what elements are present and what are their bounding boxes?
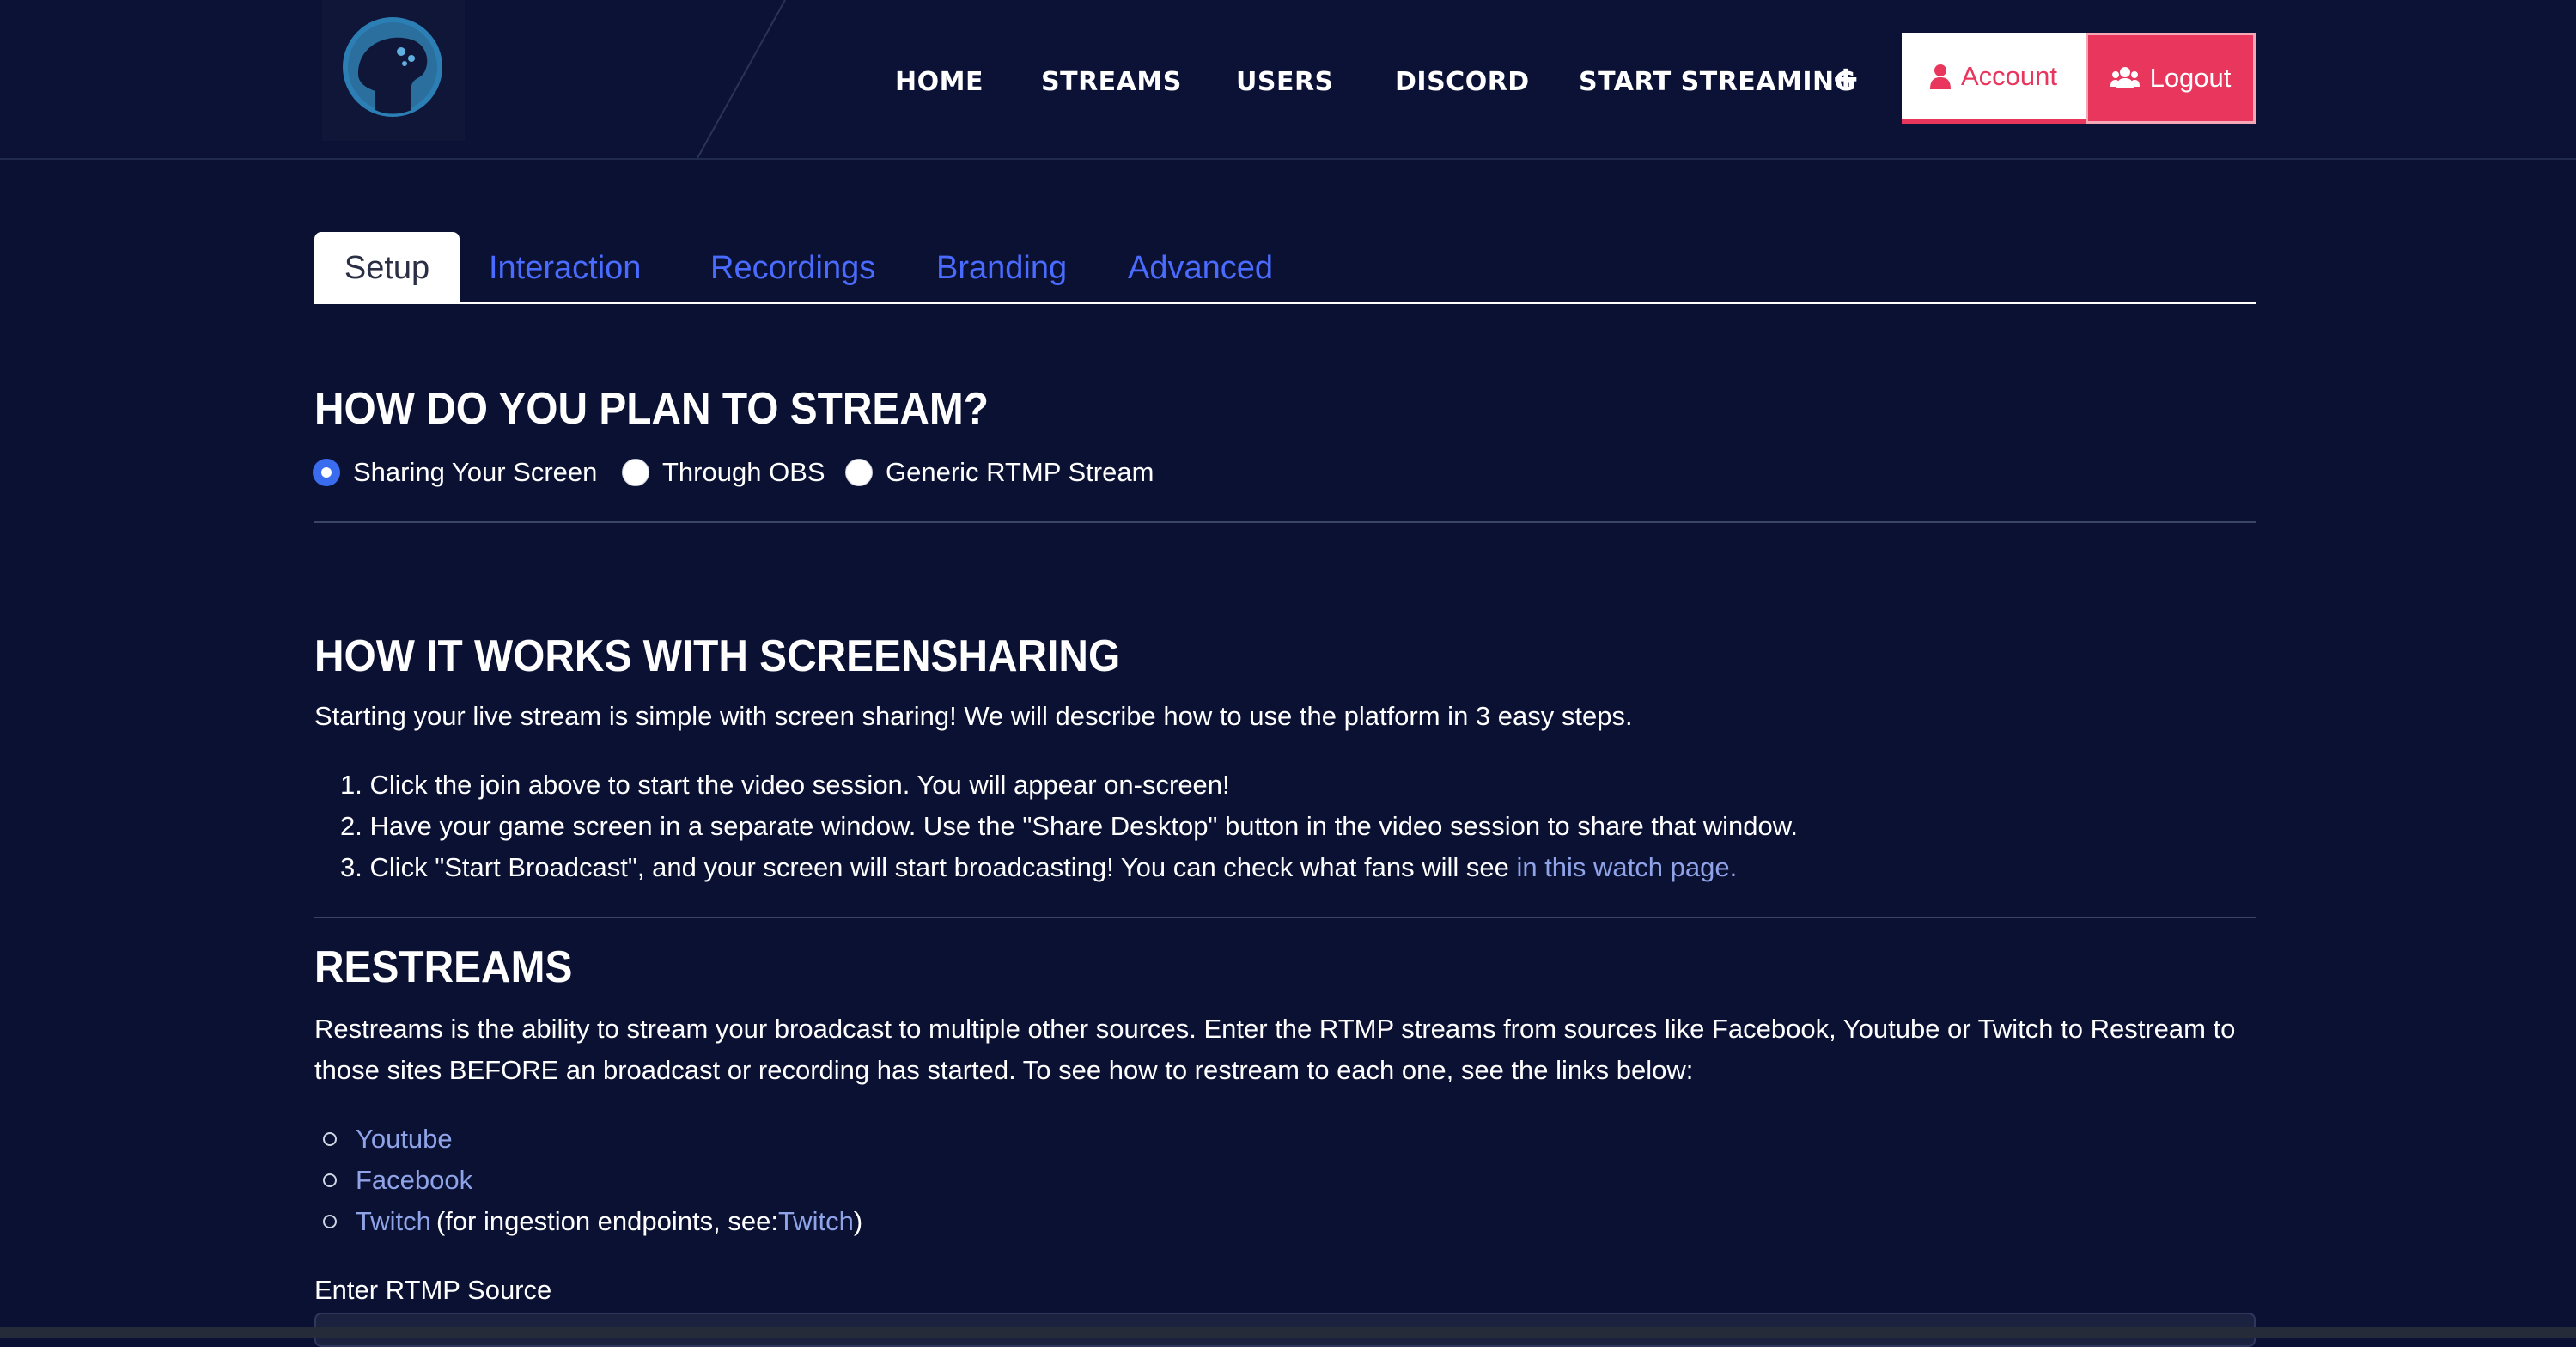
nav-discord[interactable]: DISCORD xyxy=(1395,65,1530,100)
facebook-link[interactable]: Facebook xyxy=(356,1165,472,1196)
tab-recordings[interactable]: Recordings xyxy=(710,232,875,304)
radio-through-obs[interactable]: Through OBS xyxy=(622,454,825,491)
radio-generic-rtmp[interactable]: Generic RTMP Stream xyxy=(845,454,1154,491)
restreams-description-line2: those sites BEFORE an broadcast or recor… xyxy=(314,1055,1694,1085)
radio-sharing-screen[interactable]: Sharing Your Screen xyxy=(313,454,597,491)
twitch-ingestion-link[interactable]: Twitch xyxy=(778,1206,854,1237)
site-logo[interactable] xyxy=(322,0,465,141)
nav-users[interactable]: USERS xyxy=(1236,65,1334,100)
radio-label: Sharing Your Screen xyxy=(353,457,598,487)
how-it-works-intro: Starting your live stream is simple with… xyxy=(314,701,1633,731)
bullet-icon xyxy=(323,1215,337,1228)
step-item: 1. Click the join above to start the vid… xyxy=(340,770,1230,800)
restreams-description-line1: Restreams is the ability to stream your … xyxy=(314,1014,2236,1044)
step-item: 2. Have your game screen in a separate w… xyxy=(340,811,1798,841)
account-label: Account xyxy=(1960,60,2057,91)
youtube-link[interactable]: Youtube xyxy=(356,1124,453,1155)
radio-label: Generic RTMP Stream xyxy=(886,457,1154,487)
watch-page-link[interactable]: in this watch page. xyxy=(1516,852,1737,882)
step-item: 3. Click "Start Broadcast", and your scr… xyxy=(340,852,1737,883)
restreams-heading: RESTREAMS xyxy=(314,942,573,992)
users-icon xyxy=(2110,67,2140,88)
how-it-works-heading: HOW IT WORKS WITH SCREENSHARING xyxy=(314,631,1121,681)
tab-interaction[interactable]: Interaction xyxy=(489,232,641,304)
user-icon xyxy=(1929,64,1951,89)
tab-setup[interactable]: Setup xyxy=(314,232,460,304)
bullet-icon xyxy=(323,1173,337,1187)
settings-tabs: Setup Interaction Recordings Branding Ad… xyxy=(314,232,2256,304)
start-streaming-dropdown-icon[interactable]: + xyxy=(1831,62,1860,96)
tab-branding[interactable]: Branding xyxy=(936,232,1067,304)
bullet-icon xyxy=(323,1132,337,1146)
divider xyxy=(314,917,2256,918)
rtmp-source-label: Enter RTMP Source xyxy=(314,1275,552,1305)
logout-button[interactable]: Logout xyxy=(2086,33,2256,124)
nav-start-streaming[interactable]: START STREAMING xyxy=(1579,65,1856,100)
account-button[interactable]: Account xyxy=(1902,33,2086,124)
tab-advanced[interactable]: Advanced xyxy=(1128,232,1273,304)
list-item: Twitch (for ingestion endpoints, see: Tw… xyxy=(323,1206,862,1237)
logout-label: Logout xyxy=(2149,63,2232,93)
nav-streams[interactable]: STREAMS xyxy=(1041,65,1182,100)
navbar: HOME STREAMS USERS DISCORD START STREAMI… xyxy=(0,0,2576,160)
plan-heading: HOW DO YOU PLAN TO STREAM? xyxy=(314,384,989,434)
twitch-note-suffix: ) xyxy=(853,1206,863,1236)
logo-icon xyxy=(343,17,442,117)
radio-button[interactable] xyxy=(622,459,649,486)
radio-label: Through OBS xyxy=(662,457,825,487)
divider xyxy=(314,521,2256,523)
taskbar-edge xyxy=(0,1327,2576,1338)
nav-home[interactable]: HOME xyxy=(895,65,984,100)
list-item: Facebook xyxy=(323,1165,472,1196)
twitch-link[interactable]: Twitch xyxy=(356,1206,431,1237)
radio-button-checked[interactable] xyxy=(313,459,340,486)
list-item: Youtube xyxy=(323,1124,453,1155)
radio-button[interactable] xyxy=(845,459,873,486)
twitch-note-prefix: (for ingestion endpoints, see: xyxy=(435,1206,778,1236)
step-text: 3. Click "Start Broadcast", and your scr… xyxy=(340,852,1517,882)
